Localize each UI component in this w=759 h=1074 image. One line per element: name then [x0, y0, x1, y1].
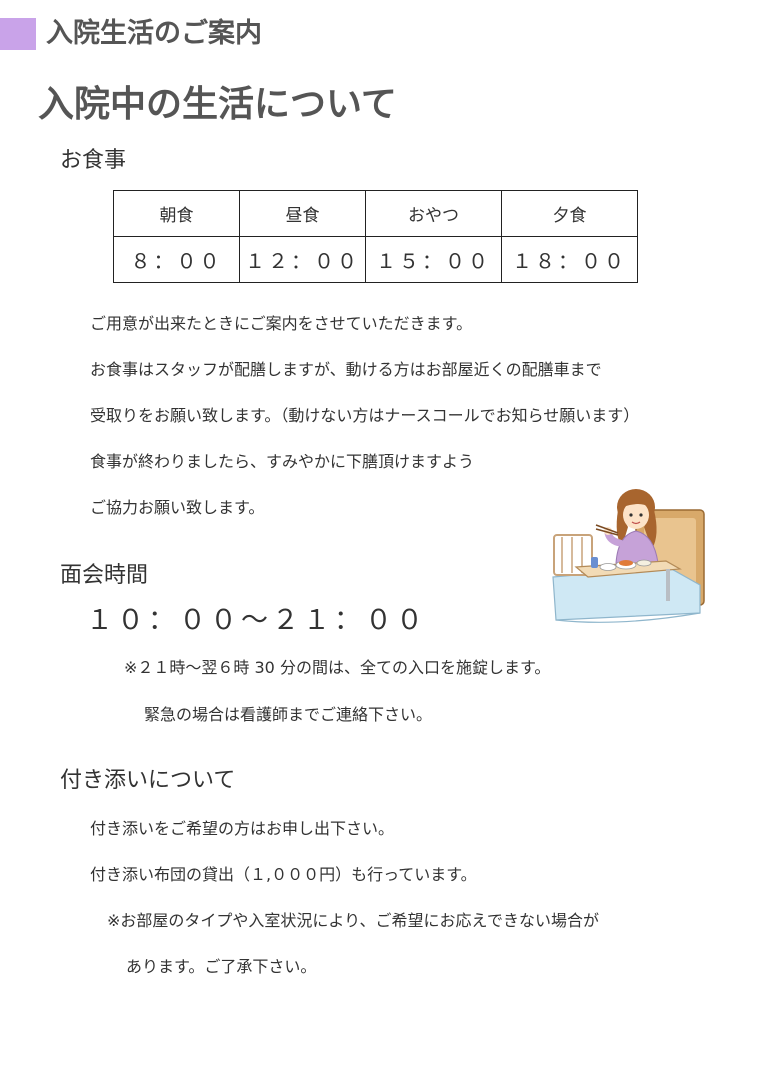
- attendant-heading: 付き添いについて: [60, 768, 236, 793]
- header-accent-block: [0, 18, 36, 50]
- meals-paragraph: 食事が終わりましたら、すみやかに下膳頂けますよう: [90, 452, 475, 471]
- table-header-row: 朝食 昼食 おやつ 夕食: [113, 190, 638, 237]
- meals-paragraph: ご用意が出来たときにご案内をさせていただきます。: [90, 314, 473, 333]
- meals-paragraph: ご協力お願い致します。: [90, 498, 265, 517]
- meals-heading: お食事: [60, 148, 127, 173]
- table-header-cell: 昼食: [239, 190, 366, 237]
- patient-eating-in-bed-illustration: [552, 489, 705, 623]
- page-title: 入院中の生活について: [38, 84, 397, 125]
- table-header-cell: 朝食: [113, 190, 240, 237]
- table-cell: ８：００: [113, 236, 240, 283]
- visiting-time: １０：００～２１：００: [86, 605, 427, 636]
- attendant-note: ※お部屋のタイプや入室状況により、ご希望にお応えできない場合が: [107, 911, 599, 930]
- visiting-heading: 面会時間: [60, 563, 149, 588]
- table-cell: １５：００: [365, 236, 502, 283]
- attendant-paragraph: 付き添いをご希望の方はお申し出下さい。: [90, 819, 395, 838]
- table-cell: １８：００: [501, 236, 638, 283]
- header-title: 入院生活のご案内: [46, 18, 262, 49]
- visiting-note: ※２１時～翌６時 30 分の間は、全ての入口を施錠します。: [124, 658, 551, 677]
- table-row: ８：００ １２：００ １５：００ １８：００: [113, 236, 638, 283]
- table-header-cell: おやつ: [365, 190, 502, 237]
- attendant-paragraph: 付き添い布団の貸出（１,０００円）も行っています。: [90, 865, 477, 884]
- meals-paragraph: 受取りをお願い致します。（動けない方はナースコールでお知らせ願います）: [90, 406, 640, 425]
- attendant-note: あります。ご了承下さい。: [126, 957, 317, 976]
- meal-schedule-table: 朝食 昼食 おやつ 夕食 ８：００ １２：００ １５：００ １８：００: [113, 190, 638, 283]
- meals-paragraph: お食事はスタッフが配膳しますが、動ける方はお部屋近くの配膳車まで: [90, 360, 602, 379]
- table-cell: １２：００: [239, 236, 366, 283]
- table-header-cell: 夕食: [501, 190, 638, 237]
- visiting-note-emergency: 緊急の場合は看護師までご連絡下さい。: [144, 705, 433, 724]
